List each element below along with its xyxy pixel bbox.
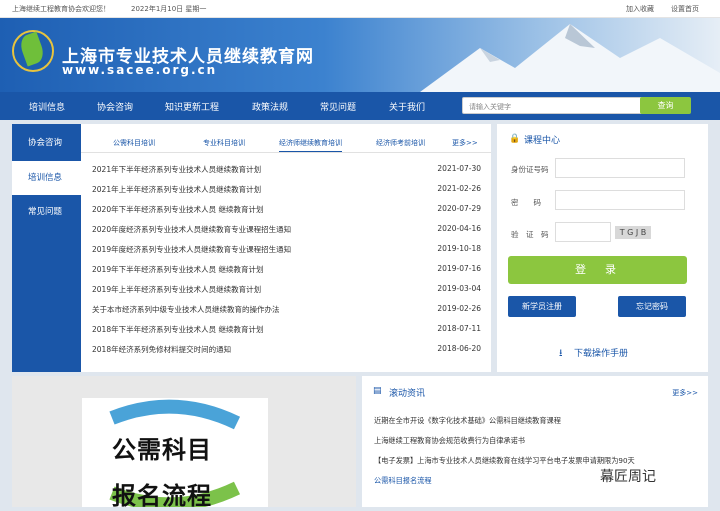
tab-economist-exam[interactable]: 经济师考前培训 xyxy=(376,138,425,148)
list-item-title: 2020年度经济系列专业技术人员继续教育专业课程招生通知 xyxy=(92,225,292,234)
lock-icon: 🔒 xyxy=(509,134,521,144)
list-item-title: 2021年上半年经济系列专业技术人员继续教育计划 xyxy=(92,185,262,194)
add-favorite-link[interactable]: 加入收藏 xyxy=(626,4,654,14)
list-item-date: 2021-02-26 xyxy=(437,184,481,193)
watermark: 幕匠周记 xyxy=(600,469,656,485)
tab-divider xyxy=(81,152,491,153)
site-header: 上海市专业技术人员继续教育网 www.sacee.org.cn xyxy=(0,18,720,92)
date-text: 2022年1月10日 星期一 xyxy=(131,5,207,13)
promo-area: 公需科目 报名流程 xyxy=(12,376,356,511)
captcha-field[interactable] xyxy=(555,222,611,242)
set-home-link[interactable]: 设置首页 xyxy=(671,4,699,14)
sidebar-item-training[interactable]: 培训信息 xyxy=(12,161,81,195)
login-title: 课程中心 xyxy=(524,136,561,146)
sidebar-item-association[interactable]: 协会咨询 xyxy=(12,126,81,160)
nav-association-news[interactable]: 协会咨询 xyxy=(97,100,133,113)
welcome-text: 上海继续工程教育协会欢迎您！ xyxy=(12,5,110,13)
list-item[interactable]: 关于本市经济系列中级专业技术人员继续教育的操作办法 2019-02-26 xyxy=(92,300,481,318)
list-item-date: 2019-10-18 xyxy=(437,244,481,253)
password-label: 密 码 xyxy=(511,198,541,207)
list-item[interactable]: 2019年上半年经济系列专业技术人员继续教育计划 2019-03-04 xyxy=(92,280,481,298)
news-panel: ▤ 滚动资讯 更多>> 近期在全市开设《数字化技术基础》公需科目继续教育课程 上… xyxy=(362,376,708,507)
list-item-title: 关于本市经济系列中级专业技术人员继续教育的操作办法 xyxy=(92,305,280,314)
training-panel: 公需科目培训 专业科目培训 经济师继续教育培训 经济师考前培训 更多>> 202… xyxy=(81,124,491,372)
login-panel: 🔒 课程中心 身份证号码 密 码 验 证 码 T G J B 登 录 新学员注册… xyxy=(497,124,708,372)
list-item-date: 2018-06-20 xyxy=(437,344,481,353)
nav-policy[interactable]: 政策法规 xyxy=(252,100,288,113)
nav-about[interactable]: 关于我们 xyxy=(389,100,425,113)
sidebar-item-faq[interactable]: 常见问题 xyxy=(12,195,81,229)
nav-training-info[interactable]: 培训信息 xyxy=(29,100,65,113)
id-label: 身份证号码 xyxy=(511,165,549,174)
list-item[interactable]: 2021年上半年经济系列专业技术人员继续教育计划 2021-02-26 xyxy=(92,180,481,198)
register-button[interactable]: 新学员注册 xyxy=(508,296,576,317)
download-manual-link[interactable]: 下载操作手册 xyxy=(574,346,628,359)
list-item[interactable]: 2020年下半年经济系列专业技术人员 继续教育计划 2020-07-29 xyxy=(92,200,481,218)
list-item-date: 2020-04-16 xyxy=(437,224,481,233)
news-item[interactable]: 上海继续工程教育协会规范收费行为自律承诺书 xyxy=(374,436,525,446)
id-field[interactable] xyxy=(555,158,685,178)
site-url: www.sacee.org.cn xyxy=(62,63,218,77)
search-button[interactable]: 查询 xyxy=(640,97,691,114)
list-item-title: 2019年下半年经济系列专业技术人员 继续教育计划 xyxy=(92,265,264,274)
download-icon: ⭳ xyxy=(559,348,563,359)
list-item-title: 2019年度经济系列专业技术人员继续教育专业课程招生通知 xyxy=(92,245,292,254)
sidebar: 协会咨询 培训信息 常见问题 xyxy=(12,124,81,372)
password-field[interactable] xyxy=(555,190,685,210)
news-item[interactable]: 近期在全市开设《数字化技术基础》公需科目继续教育课程 xyxy=(374,416,561,426)
news-more-link[interactable]: 更多>> xyxy=(672,388,698,398)
captcha-image[interactable]: T G J B xyxy=(615,226,651,239)
list-item[interactable]: 2020年度经济系列专业技术人员继续教育专业课程招生通知 2020-04-16 xyxy=(92,220,481,238)
list-item-date: 2019-03-04 xyxy=(437,284,481,293)
list-item-date: 2019-07-16 xyxy=(437,264,481,273)
list-item-title: 2020年下半年经济系列专业技术人员 继续教育计划 xyxy=(92,205,264,214)
list-item[interactable]: 2019年下半年经济系列专业技术人员 继续教育计划 2019-07-16 xyxy=(92,260,481,278)
search-input[interactable]: 请输入关键字 xyxy=(462,97,648,114)
list-item-title: 2021年下半年经济系列专业技术人员继续教育计划 xyxy=(92,165,262,174)
top-bar: 上海继续工程教育协会欢迎您！ 2022年1月10日 星期一 加入收藏 设置首页 xyxy=(0,0,720,18)
news-icon: ▤ xyxy=(373,386,382,396)
tab-economist-education[interactable]: 经济师继续教育培训 xyxy=(279,138,342,153)
forgot-password-button[interactable]: 忘记密码 xyxy=(618,296,686,317)
list-item-date: 2019-02-26 xyxy=(437,304,481,313)
list-item-title: 2018年下半年经济系列专业技术人员 继续教育计划 xyxy=(92,325,264,334)
list-item-date: 2018-07-11 xyxy=(437,324,481,333)
list-item-title: 2018年经济系列免修材料提交时间的通知 xyxy=(92,345,232,354)
tab-more[interactable]: 更多>> xyxy=(452,138,478,148)
login-button[interactable]: 登 录 xyxy=(508,256,687,284)
list-item[interactable]: 2019年度经济系列专业技术人员继续教育专业课程招生通知 2019-10-18 xyxy=(92,240,481,258)
captcha-label: 验 证 码 xyxy=(511,230,549,239)
news-title: 滚动资讯 xyxy=(389,389,426,399)
process-poster[interactable]: 公需科目 报名流程 xyxy=(82,398,268,511)
poster-line2: 报名流程 xyxy=(112,482,212,510)
list-item[interactable]: 2021年下半年经济系列专业技术人员继续教育计划 2021-07-30 xyxy=(92,160,481,178)
list-item-date: 2020-07-29 xyxy=(437,204,481,213)
tab-professional-course[interactable]: 专业科目培训 xyxy=(203,138,245,148)
mountain-banner xyxy=(420,24,720,92)
news-item[interactable]: 公需科目报名流程 xyxy=(374,476,432,486)
poster-line1: 公需科目 xyxy=(112,436,212,464)
list-item-title: 2019年上半年经济系列专业技术人员继续教育计划 xyxy=(92,285,262,294)
nav-knowledge-update[interactable]: 知识更新工程 xyxy=(165,100,219,113)
list-item[interactable]: 2018年经济系列免修材料提交时间的通知 2018-06-20 xyxy=(92,340,481,358)
nav-faq[interactable]: 常见问题 xyxy=(320,100,356,113)
tab-public-course[interactable]: 公需科目培训 xyxy=(113,138,155,148)
news-item[interactable]: 【电子发票】上海市专业技术人员继续教育在线学习平台电子发票申请期限为90天 xyxy=(374,456,635,466)
list-item[interactable]: 2018年下半年经济系列专业技术人员 继续教育计划 2018-07-11 xyxy=(92,320,481,338)
list-item-date: 2021-07-30 xyxy=(437,164,481,173)
